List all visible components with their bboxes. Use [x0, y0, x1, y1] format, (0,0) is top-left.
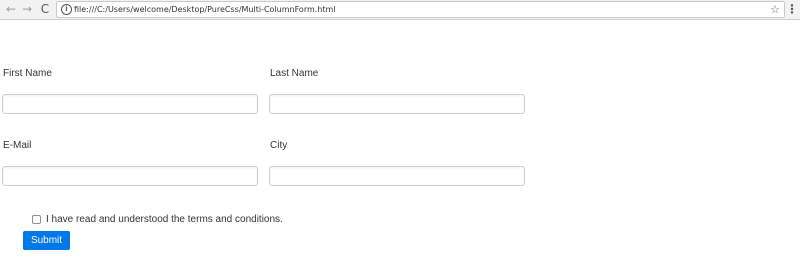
reload-icon[interactable]: C: [38, 2, 52, 16]
last-name-input[interactable]: [269, 94, 525, 114]
city-label: City: [270, 140, 288, 151]
info-icon[interactable]: i: [61, 4, 72, 15]
back-arrow-icon[interactable]: ←: [4, 2, 18, 16]
browser-menu-icon[interactable]: ⋮: [786, 2, 798, 16]
first-name-input[interactable]: [2, 94, 258, 114]
first-name-label: First Name: [3, 68, 52, 79]
terms-row[interactable]: I have read and understood the terms and…: [32, 213, 283, 226]
email-label: E-Mail: [3, 140, 32, 151]
email-input[interactable]: [2, 166, 258, 186]
browser-toolbar: ← → C i file:///C:/Users/welcome/Desktop…: [0, 0, 800, 20]
city-input[interactable]: [269, 166, 525, 186]
bookmark-star-icon[interactable]: ☆: [770, 2, 780, 17]
address-bar-url[interactable]: file:///C:/Users/welcome/Desktop/PureCss…: [74, 3, 336, 16]
last-name-label: Last Name: [270, 68, 319, 79]
terms-checkbox[interactable]: [32, 215, 41, 224]
terms-label[interactable]: I have read and understood the terms and…: [46, 214, 283, 225]
submit-button[interactable]: Submit: [23, 231, 70, 250]
forward-arrow-icon[interactable]: →: [20, 2, 34, 16]
address-bar[interactable]: i file:///C:/Users/welcome/Desktop/PureC…: [56, 1, 785, 18]
